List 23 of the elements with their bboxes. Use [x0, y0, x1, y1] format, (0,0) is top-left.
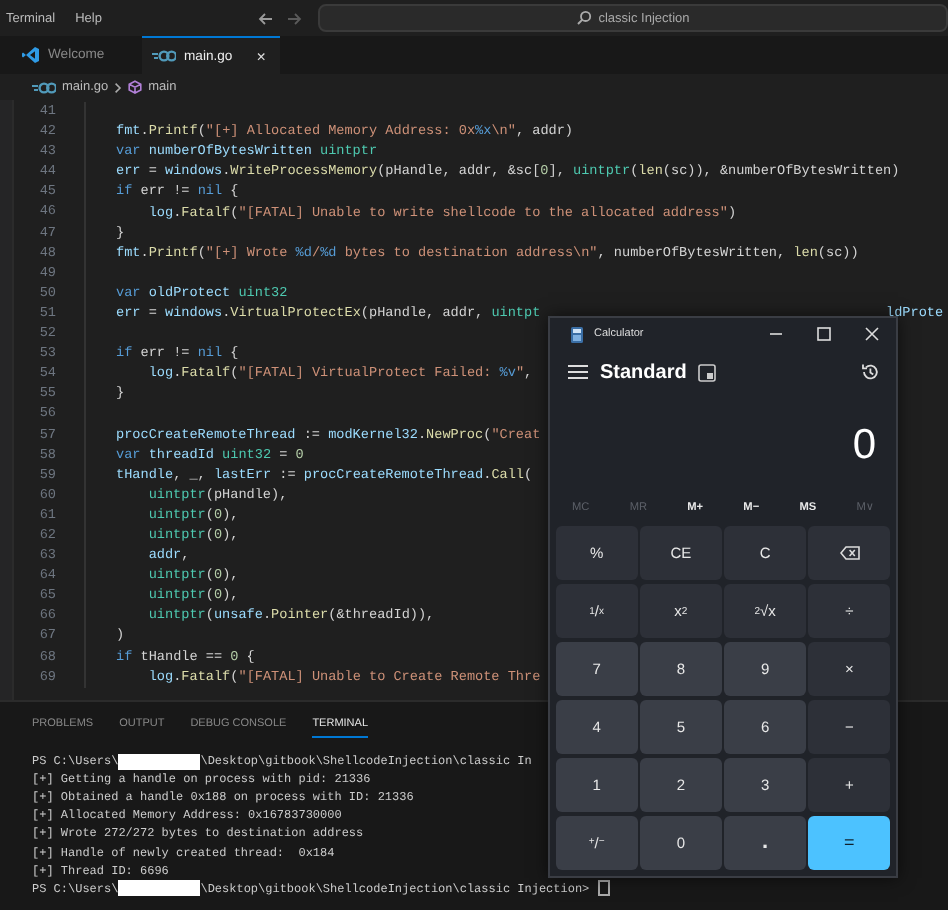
- vscode-logo-icon: [22, 46, 40, 64]
- go-file-icon: [32, 81, 56, 93]
- backspace-button[interactable]: [808, 526, 890, 581]
- calculator-key[interactable]: =: [808, 815, 890, 870]
- redaction-box: [118, 753, 201, 770]
- close-button[interactable]: ×: [256, 47, 266, 65]
- forward-arrow-icon[interactable]: [286, 11, 302, 25]
- mode-title: Standard: [600, 361, 687, 383]
- display-value: 0: [850, 420, 878, 472]
- calculator-app-icon: [570, 325, 584, 343]
- keep-on-top-icon[interactable]: [698, 363, 717, 381]
- chevron-icon: [114, 81, 123, 93]
- backspace-icon: [839, 546, 860, 561]
- history-icon[interactable]: [860, 362, 880, 382]
- cube-icon: [128, 80, 143, 94]
- calculator-key[interactable]: .: [724, 815, 806, 870]
- back-arrow-icon[interactable]: [258, 11, 274, 25]
- close-icon[interactable]: [864, 326, 880, 342]
- go-file-icon: [152, 50, 176, 62]
- search-icon: [576, 10, 593, 26]
- menu-icon[interactable]: [568, 364, 588, 380]
- maximize-icon[interactable]: [816, 326, 832, 342]
- redaction-box: [118, 880, 201, 897]
